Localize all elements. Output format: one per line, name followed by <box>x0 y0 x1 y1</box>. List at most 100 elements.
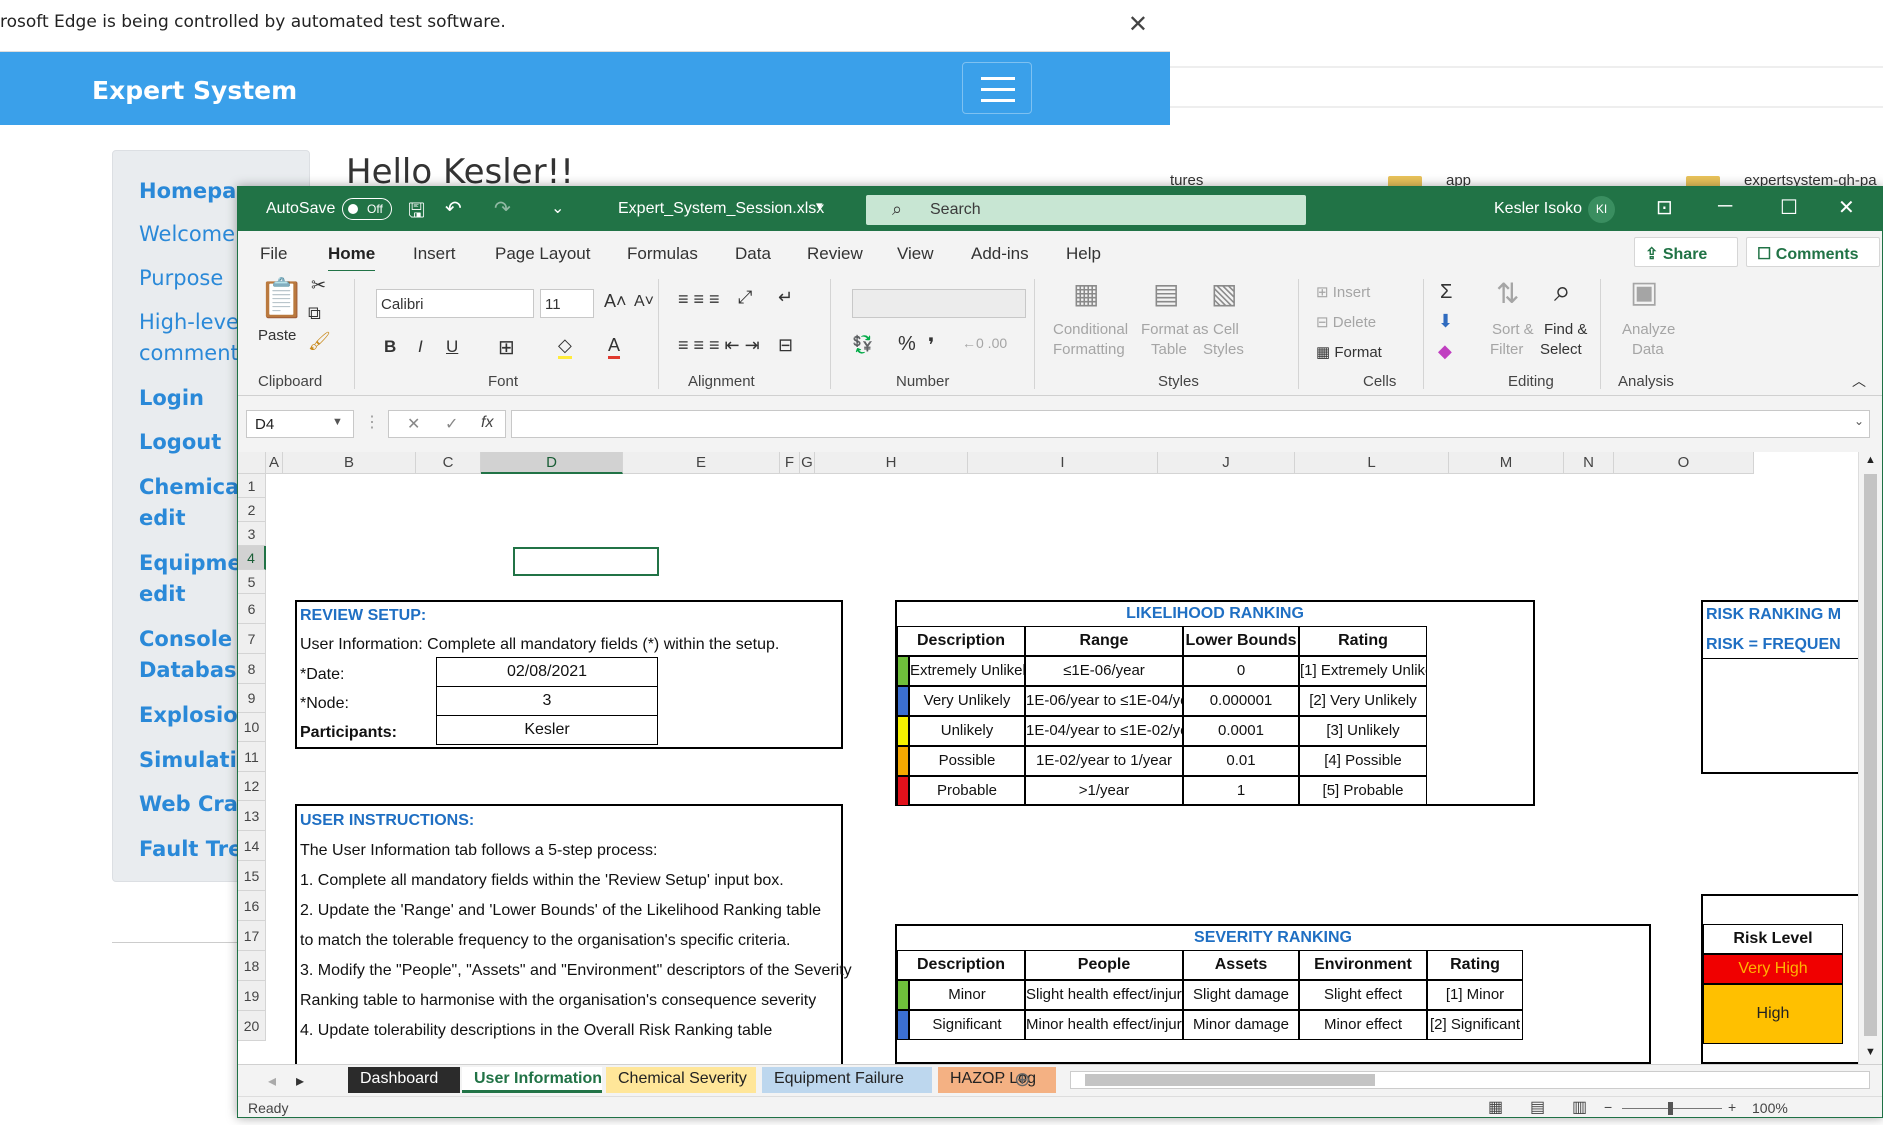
likelihood-cell[interactable]: [4] Possible <box>1299 746 1427 776</box>
column-header[interactable]: D <box>481 452 623 474</box>
next-sheet-icon[interactable]: ▸ <box>296 1071 304 1091</box>
merge-center-icon[interactable]: ⊟ <box>778 335 793 356</box>
severity-cell[interactable]: Slight health effect/injury <box>1025 980 1183 1010</box>
conditional-label[interactable]: Conditional <box>1053 321 1128 338</box>
font-name-select[interactable]: Calibri <box>376 289 534 318</box>
row-header[interactable]: 3 <box>238 522 266 546</box>
row-header[interactable]: 15 <box>238 861 266 891</box>
scroll-thumb[interactable] <box>1085 1074 1375 1086</box>
sidebar-item-equipment-edit[interactable]: edit <box>139 579 186 610</box>
row-header[interactable]: 20 <box>238 1011 266 1041</box>
formatting-label[interactable]: Formatting <box>1053 341 1125 358</box>
share-button[interactable]: ⇪ Share <box>1634 237 1738 267</box>
row-header[interactable]: 14 <box>238 831 266 861</box>
tab-page-layout[interactable]: Page Layout <box>495 244 590 264</box>
likelihood-cell[interactable]: Very Unlikely <box>909 686 1025 716</box>
tab-home[interactable]: Home <box>328 244 376 273</box>
likelihood-cell[interactable]: 1 <box>1183 776 1299 806</box>
enter-icon[interactable]: ✓ <box>445 414 458 434</box>
column-header[interactable]: G <box>800 452 815 474</box>
row-header[interactable]: 6 <box>238 594 266 624</box>
analyze-label[interactable]: Analyze <box>1622 321 1675 338</box>
number-format-select[interactable] <box>852 289 1026 318</box>
scroll-down-icon[interactable]: ▼ <box>1865 1046 1876 1058</box>
fill-color-icon[interactable]: ◇ <box>558 335 572 359</box>
cell-label[interactable]: Cell <box>1213 321 1239 338</box>
site-brand[interactable]: Expert System <box>92 76 297 105</box>
likelihood-cell[interactable]: 0.0001 <box>1183 716 1299 746</box>
redo-icon[interactable]: ↷ <box>494 196 511 221</box>
likelihood-cell[interactable]: Probable <box>909 776 1025 806</box>
severity-cell[interactable]: Minor <box>909 980 1025 1010</box>
sidebar-item-welcome[interactable]: Welcome <box>139 219 235 250</box>
likelihood-cell[interactable]: [5] Probable <box>1299 776 1427 806</box>
expand-formula-icon[interactable]: ⌄ <box>1854 414 1864 428</box>
comma-icon[interactable]: ❜ <box>928 333 934 358</box>
row-header[interactable]: 19 <box>238 981 266 1011</box>
styles-label[interactable]: Styles <box>1203 341 1244 358</box>
sheet-tab[interactable]: User Information <box>462 1067 602 1093</box>
likelihood-cell[interactable]: Unlikely <box>909 716 1025 746</box>
sheet-tab[interactable]: Chemical Severity <box>606 1067 756 1093</box>
severity-cell[interactable]: [1] Minor <box>1427 980 1523 1010</box>
tab-help[interactable]: Help <box>1066 244 1101 264</box>
horizontal-scrollbar[interactable] <box>1070 1071 1870 1089</box>
likelihood-cell[interactable]: ≤1E-06/year <box>1025 656 1183 686</box>
select-label[interactable]: Select <box>1540 341 1582 358</box>
likelihood-cell[interactable]: Possible <box>909 746 1025 776</box>
autosum-icon[interactable]: Σ <box>1440 281 1452 304</box>
file-name[interactable]: Expert_System_Session.xlsx <box>618 200 824 218</box>
row-header[interactable]: 13 <box>238 801 266 831</box>
likelihood-cell[interactable]: Extremely Unlikely <box>909 656 1025 686</box>
conditional-formatting-icon[interactable]: ▦ <box>1073 277 1099 310</box>
tab-data[interactable]: Data <box>735 244 771 264</box>
page-break-view-icon[interactable]: ▥ <box>1572 1097 1587 1117</box>
sidebar-item-database[interactable]: Database <box>139 655 251 686</box>
fill-icon[interactable]: ⬇ <box>1438 311 1453 332</box>
date-field[interactable]: 02/08/2021 <box>436 657 658 687</box>
worksheet-grid[interactable]: A B C D E F G H I J L M N O 1 2 3 4 5 6 … <box>238 452 1882 1064</box>
likelihood-cell[interactable]: [3] Unlikely <box>1299 716 1427 746</box>
node-field[interactable]: 3 <box>436 686 658 716</box>
clear-icon[interactable]: ◆ <box>1438 341 1452 362</box>
format-painter-icon[interactable]: 🖌 <box>308 331 331 352</box>
maximize-icon[interactable]: ☐ <box>1780 195 1798 220</box>
avatar[interactable]: KI <box>1588 196 1615 223</box>
severity-cell[interactable]: Significant <box>909 1010 1025 1040</box>
column-header[interactable]: C <box>416 452 481 474</box>
sidebar-item-simulation[interactable]: Simulatio <box>139 745 251 776</box>
bold-icon[interactable]: B <box>384 337 396 357</box>
more-options-icon[interactable]: ⋮ <box>364 412 380 432</box>
filter-label[interactable]: Filter <box>1490 341 1523 358</box>
wrap-text-icon[interactable]: ↵ <box>778 287 793 308</box>
table-label[interactable]: Table <box>1151 341 1187 358</box>
sidebar-item-homepage[interactable]: Homepag <box>139 176 251 207</box>
tab-insert[interactable]: Insert <box>413 244 456 264</box>
close-window-icon[interactable]: ✕ <box>1838 195 1855 220</box>
font-color-icon[interactable]: A <box>608 335 621 359</box>
collapse-ribbon-icon[interactable]: ︿ <box>1852 371 1866 391</box>
save-icon[interactable]: 🖫 <box>408 196 425 230</box>
sort-filter-icon[interactable]: ⇅ <box>1496 277 1519 310</box>
likelihood-cell[interactable]: >1/year <box>1025 776 1183 806</box>
column-header[interactable]: M <box>1449 452 1564 474</box>
likelihood-cell[interactable]: 1E-04/year to ≤1E-02/year <box>1025 716 1183 746</box>
likelihood-cell[interactable]: 1E-06/year to ≤1E-04/year <box>1025 686 1183 716</box>
more-sheets-icon[interactable]: ... <box>990 1070 1003 1088</box>
cell-styles-icon[interactable]: ▧ <box>1211 277 1237 310</box>
row-header[interactable]: 11 <box>238 742 266 772</box>
row-header[interactable]: 5 <box>238 570 266 594</box>
severity-cell[interactable]: Minor effect <box>1299 1010 1427 1040</box>
likelihood-cell[interactable]: 0 <box>1183 656 1299 686</box>
select-all-corner[interactable] <box>238 452 266 474</box>
scroll-thumb[interactable] <box>1864 474 1877 1036</box>
vertical-scrollbar[interactable]: ▲ ▼ <box>1858 452 1882 1064</box>
tab-formulas[interactable]: Formulas <box>627 244 698 264</box>
normal-view-icon[interactable]: ▦ <box>1488 1097 1503 1117</box>
column-header[interactable]: O <box>1614 452 1754 474</box>
severity-cell[interactable]: Minor health effect/injury <box>1025 1010 1183 1040</box>
format-cells-button[interactable]: ▦ Format <box>1316 343 1382 361</box>
sidebar-item-login[interactable]: Login <box>139 383 204 414</box>
sidebar-item-explosion[interactable]: Explosion <box>139 700 253 731</box>
sidebar-item-console[interactable]: Console <box>139 624 232 655</box>
